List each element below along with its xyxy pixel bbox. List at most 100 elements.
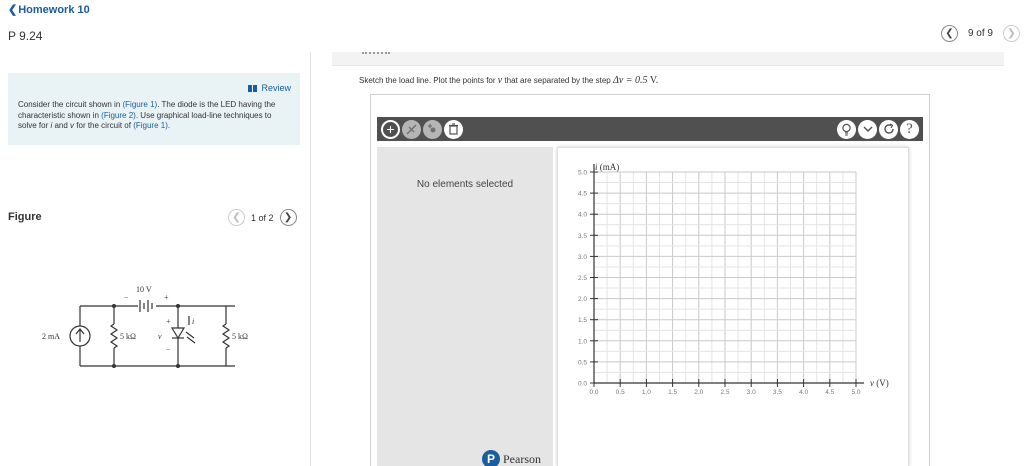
- back-to-homework-link[interactable]: ❮Homework 10: [8, 3, 90, 16]
- diode-i-label: i: [192, 317, 194, 326]
- figure-label: Figure: [8, 211, 42, 223]
- help-button[interactable]: ?: [900, 119, 919, 139]
- y-axis-unit: (mA): [598, 162, 620, 172]
- figure-pager: ❮ 1 of 2 ❯: [228, 209, 297, 226]
- x-tick-label: 2.5: [720, 389, 729, 396]
- r2-label: 5 kΩ: [232, 332, 248, 341]
- pearson-footer: P Pearson: [482, 450, 541, 466]
- battery-minus: −: [124, 293, 129, 302]
- y-tick-label: 1.5: [578, 317, 587, 324]
- help-icon: ?: [906, 120, 913, 137]
- column-divider: [310, 52, 311, 466]
- previous-figure-button[interactable]: ❮: [228, 209, 245, 226]
- y-tick-label: 1.0: [578, 338, 587, 345]
- toolbar-left-group: +: [381, 119, 463, 139]
- source-label: 2 mA: [42, 332, 60, 341]
- x-axis-label: v (V): [870, 378, 889, 388]
- diode-v-label: v: [158, 332, 162, 341]
- y-tick-label: 0.0: [578, 381, 587, 388]
- x-tick-label: 3.5: [773, 389, 782, 396]
- review-link-label: Review: [261, 83, 291, 93]
- figure-1-link[interactable]: (Figure 1): [123, 100, 158, 109]
- x-tick-label: 5.0: [851, 389, 860, 396]
- x-tick-label: 3.0: [747, 389, 756, 396]
- x-tick-label: 0.0: [589, 389, 598, 396]
- circuit-diagram: 2 mA 10 V − + 5 kΩ + v − i 5 kΩ: [42, 285, 248, 368]
- x-tick-label: 1.5: [668, 389, 677, 396]
- toolbar-right-group: ?: [837, 119, 919, 139]
- no-edit-icon: [406, 124, 417, 134]
- chevron-right-icon: ❯: [1007, 27, 1016, 39]
- graphing-tool: + ? No elements selected 0.0 0.5 1.0 1.5…: [370, 94, 930, 466]
- load-line-chart[interactable]: 0.0 0.5 1.0 1.5 2.0 2.5 3.0 3.5 4.0 4.5 5.0 0.0 0.5…: [558, 148, 910, 466]
- resistor-icon: [221, 323, 231, 349]
- chevron-left-icon: ❮: [232, 211, 241, 223]
- problem-pager: ❮ 9 of 9 ❯: [940, 25, 1020, 42]
- resistor-icon: [109, 323, 119, 349]
- problem-statement: Consider the circuit shown in (Figure 1)…: [18, 100, 288, 132]
- instruction-text: that are separated by the step: [502, 76, 613, 85]
- add-tool-button[interactable]: +: [381, 119, 400, 139]
- next-problem-button[interactable]: ❯: [1003, 25, 1020, 42]
- review-book-icon: [248, 84, 258, 92]
- review-link[interactable]: Review: [248, 83, 291, 93]
- options-dropdown-button[interactable]: [858, 119, 877, 139]
- lightbulb-icon: [842, 123, 851, 136]
- next-figure-button[interactable]: ❯: [279, 209, 297, 226]
- y-tick-label: 2.5: [578, 275, 587, 282]
- y-tick-label: 4.0: [578, 212, 587, 219]
- trash-icon: [449, 123, 458, 135]
- pearson-brand: Pearson: [503, 451, 541, 466]
- y-tick-label: 0.5: [578, 359, 587, 366]
- x-tick-label: 4.5: [825, 389, 834, 396]
- instruction-unit: V.: [647, 75, 659, 86]
- chevron-left-icon: ❮: [8, 4, 18, 16]
- add-point-button[interactable]: [423, 119, 442, 139]
- battery-label: 10 V: [136, 285, 152, 294]
- statement-text: Consider the circuit shown in: [18, 100, 123, 109]
- chevron-left-icon: ❮: [945, 27, 954, 39]
- chevron-right-icon: ❯: [283, 211, 293, 223]
- statement-text: and: [52, 121, 71, 130]
- instruction-step: Δv = 0.5: [612, 75, 648, 86]
- figure-2-link[interactable]: (Figure 2): [101, 111, 136, 120]
- figure-pager-label: 1 of 2: [251, 212, 274, 223]
- no-edit-button[interactable]: [402, 119, 421, 139]
- statement-text: .: [167, 121, 171, 130]
- delete-button[interactable]: [444, 119, 463, 139]
- reset-button[interactable]: [879, 119, 898, 139]
- x-tick-label: 0.5: [616, 389, 625, 396]
- back-link-label: Homework 10: [18, 4, 90, 16]
- y-tick-label: 2.0: [578, 296, 587, 303]
- x-tick-label: 2.0: [694, 389, 703, 396]
- pearson-logo-icon: P: [482, 450, 500, 466]
- add-point-icon: [428, 123, 436, 132]
- y-tick-label: 3.5: [578, 233, 587, 240]
- hint-button[interactable]: [837, 119, 856, 139]
- y-tick-label: 3.0: [578, 254, 587, 261]
- part-instruction: Sketch the load line. Plot the points fo…: [359, 75, 658, 86]
- plus-icon: +: [386, 121, 395, 137]
- graph-toolbar: + ?: [377, 117, 923, 141]
- statement-text: for the circuit of: [74, 121, 134, 130]
- y-tick-label: 5.0: [578, 170, 587, 177]
- problem-title: P 9.24: [8, 29, 43, 43]
- y-axis-label: i (mA): [595, 162, 619, 172]
- y-tick-label: 4.5: [578, 191, 587, 198]
- r1-label: 5 kΩ: [120, 332, 136, 341]
- reset-icon: [883, 123, 894, 134]
- battery-plus: +: [164, 293, 169, 302]
- diode-plus: +: [166, 317, 171, 326]
- x-tick-label: 1.0: [642, 389, 651, 396]
- review-box: Review Consider the circuit shown in (Fi…: [8, 73, 300, 145]
- instruction-text: Sketch the load line. Plot the points fo…: [359, 76, 498, 85]
- x-axis-unit: (V): [874, 378, 889, 388]
- chevron-down-icon: [863, 126, 872, 132]
- figure-1-link[interactable]: (Figure 1): [133, 121, 168, 130]
- x-tick-label: 4.0: [799, 389, 808, 396]
- selection-panel: No elements selected: [377, 147, 553, 466]
- diode-minus: −: [166, 345, 171, 354]
- graph-card[interactable]: 0.0 0.5 1.0 1.5 2.0 2.5 3.0 3.5 4.0 4.5 5.0 0.0 0.5…: [557, 147, 909, 466]
- problem-pager-label: 9 of 9: [967, 28, 993, 39]
- previous-problem-button[interactable]: ❮: [940, 25, 958, 42]
